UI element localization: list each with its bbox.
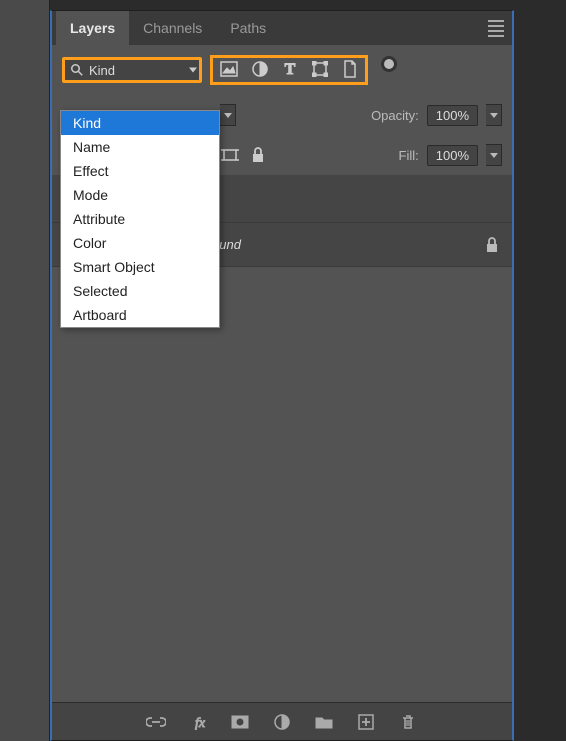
filter-option-smart-object[interactable]: Smart Object	[61, 255, 219, 279]
layer-mask-icon[interactable]	[230, 712, 250, 732]
fill-chevron[interactable]	[486, 144, 502, 166]
opacity-chevron[interactable]	[486, 104, 502, 126]
panel-tabs: Layers Channels Paths	[52, 11, 512, 45]
search-icon	[71, 64, 83, 76]
tab-paths[interactable]: Paths	[216, 11, 280, 45]
layer-style-icon[interactable]: fx	[188, 712, 208, 732]
filter-option-color[interactable]: Color	[61, 231, 219, 255]
layers-panel: Layers Channels Paths Kind T	[50, 10, 514, 741]
svg-text:fx: fx	[195, 716, 206, 730]
lock-artboard-icon[interactable]	[220, 146, 240, 164]
svg-text:T: T	[285, 61, 296, 77]
chevron-down-icon	[189, 68, 197, 73]
filter-option-kind[interactable]: Kind	[61, 111, 219, 135]
filter-type-menu: Kind Name Effect Mode Attribute Color Sm…	[60, 110, 220, 328]
fill-value[interactable]: 100%	[427, 145, 478, 166]
left-panel-stub	[0, 0, 50, 741]
filter-toggle-switch[interactable]	[384, 59, 394, 69]
link-layers-icon[interactable]	[146, 712, 166, 732]
filter-option-attribute[interactable]: Attribute	[61, 207, 219, 231]
lock-icon[interactable]	[482, 235, 502, 255]
blendmode-chevron[interactable]	[220, 104, 236, 126]
tab-layers[interactable]: Layers	[56, 11, 129, 45]
filter-option-name[interactable]: Name	[61, 135, 219, 159]
adjustment-layer-icon[interactable]	[272, 712, 292, 732]
panel-menu-button[interactable]	[484, 16, 508, 40]
filter-row: Kind T	[52, 45, 512, 95]
smartobject-icon[interactable]	[342, 60, 358, 81]
delete-layer-icon[interactable]	[398, 712, 418, 732]
lock-all-icon[interactable]	[248, 146, 268, 164]
new-group-icon[interactable]	[314, 712, 334, 732]
filter-option-effect[interactable]: Effect	[61, 159, 219, 183]
layers-bottom-bar: fx	[52, 702, 512, 740]
fill-label: Fill:	[399, 148, 419, 163]
filter-option-selected[interactable]: Selected	[61, 279, 219, 303]
tab-channels[interactable]: Channels	[129, 11, 216, 45]
filter-kind-icons: T	[210, 55, 368, 85]
image-icon[interactable]	[220, 61, 238, 80]
filter-type-dropdown[interactable]: Kind	[62, 57, 202, 83]
opacity-value[interactable]: 100%	[427, 105, 478, 126]
filter-option-mode[interactable]: Mode	[61, 183, 219, 207]
adjustment-icon[interactable]	[252, 61, 268, 80]
filter-option-artboard[interactable]: Artboard	[61, 303, 219, 327]
filter-type-label: Kind	[89, 63, 115, 78]
shape-icon[interactable]	[312, 61, 328, 80]
opacity-label: Opacity:	[371, 108, 419, 123]
new-layer-icon[interactable]	[356, 712, 376, 732]
type-icon[interactable]: T	[282, 61, 298, 80]
